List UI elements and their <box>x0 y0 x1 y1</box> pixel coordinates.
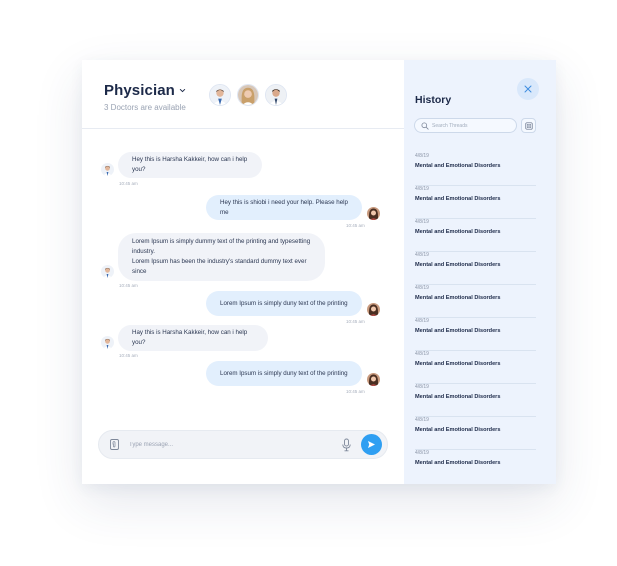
message-bubble-outgoing: Lorem Ipsum is simply duny text of the p… <box>206 361 362 386</box>
thread-title: Mental and Emotional Disorders <box>415 427 501 433</box>
doctor-avatar-small <box>101 265 114 278</box>
thread-date: 4/8/19 <box>415 351 429 357</box>
thread-title: Mental and Emotional Disorders <box>415 361 501 367</box>
close-icon <box>524 85 532 93</box>
thread-title: Mental and Emotional Disorders <box>415 460 501 466</box>
history-thread-item[interactable]: 4/8/19 Mental and Emotional Disorders <box>415 252 536 285</box>
thread-date: 4/8/19 <box>415 318 429 324</box>
message-time: 10:45 am <box>119 353 138 358</box>
message-bubble-incoming: Hey this is Harsha Kakkeir, how can i he… <box>118 152 262 178</box>
thread-date: 4/8/19 <box>415 450 429 456</box>
history-thread-item[interactable]: 4/8/19 Mental and Emotional Disorders <box>415 153 536 186</box>
user-avatar-small <box>367 373 380 386</box>
thread-title: Mental and Emotional Disorders <box>415 295 501 301</box>
thread-title: Mental and Emotional Disorders <box>415 262 501 268</box>
message-time: 10:45 am <box>346 389 365 394</box>
search-threads-box <box>414 118 517 133</box>
page-title: Physician <box>104 82 175 99</box>
thread-date: 4/8/19 <box>415 219 429 225</box>
history-thread-item[interactable]: 4/8/19 Mental and Emotional Disorders <box>415 219 536 252</box>
send-icon <box>368 441 375 448</box>
send-button[interactable] <box>361 434 382 455</box>
doctor-avatar-small <box>101 336 114 349</box>
thread-date: 4/8/19 <box>415 285 429 291</box>
message-time: 10:45 am <box>119 181 138 186</box>
message-text: Hey this is shiobi i need your help. Ple… <box>220 198 348 216</box>
user-avatar-small <box>367 207 380 220</box>
thread-date: 4/8/19 <box>415 417 429 423</box>
message-text: Lorem Ipsum is simply dummy text of the … <box>132 238 311 275</box>
chat-panel: Physician 3 Doctors are available Hey th… <box>82 60 404 484</box>
thread-title: Mental and Emotional Disorders <box>415 394 501 400</box>
message-composer <box>98 430 388 459</box>
physician-selector[interactable]: Physician <box>104 82 186 99</box>
history-thread-item[interactable]: 4/8/19 Mental and Emotional Disorders <box>415 351 536 384</box>
search-icon <box>421 122 429 130</box>
message-text: Lorem Ipsum is simply duny text of the p… <box>220 369 348 377</box>
message-bubble-outgoing: Hey this is shiobi i need your help. Ple… <box>206 195 362 220</box>
filter-icon <box>524 121 533 130</box>
history-thread-item[interactable]: 4/8/19 Mental and Emotional Disorders <box>415 450 536 483</box>
message-time: 10:45 am <box>346 223 365 228</box>
history-thread-item[interactable]: 4/8/19 Mental and Emotional Disorders <box>415 417 536 450</box>
message-time: 10:45 am <box>119 283 138 288</box>
message-time: 10:45 am <box>346 319 365 324</box>
message-bubble-incoming: Lorem Ipsum is simply dummy text of the … <box>118 233 325 281</box>
thread-date: 4/8/19 <box>415 153 429 159</box>
thread-title: Mental and Emotional Disorders <box>415 196 501 202</box>
doctor-avatar[interactable] <box>237 84 259 106</box>
thread-date: 4/8/19 <box>415 384 429 390</box>
thread-title: Mental and Emotional Disorders <box>415 229 501 235</box>
user-avatar-small <box>367 303 380 316</box>
history-thread-item[interactable]: 4/8/19 Mental and Emotional Disorders <box>415 285 536 318</box>
thread-date: 4/8/19 <box>415 186 429 192</box>
available-doctors-count: 3 Doctors are available <box>104 103 186 112</box>
search-threads-input[interactable] <box>432 121 512 131</box>
thread-title: Mental and Emotional Disorders <box>415 163 501 169</box>
thread-title: Mental and Emotional Disorders <box>415 328 501 334</box>
history-panel: History 4/8/19 Mental and Emotional Diso… <box>404 60 556 484</box>
doctor-avatar-small <box>101 163 114 176</box>
history-title: History <box>415 94 452 106</box>
doctor-avatar[interactable] <box>265 84 287 106</box>
header-divider <box>82 128 404 129</box>
message-bubble-incoming: Hay this is Harsha Kakkeir, how can i he… <box>118 325 268 351</box>
message-input[interactable] <box>129 439 329 451</box>
message-text: Hay this is Harsha Kakkeir, how can i he… <box>132 329 248 346</box>
doctor-avatars <box>209 84 287 106</box>
history-thread-item[interactable]: 4/8/19 Mental and Emotional Disorders <box>415 384 536 417</box>
close-button[interactable] <box>517 78 539 100</box>
microphone-icon[interactable] <box>341 438 352 452</box>
message-text: Lorem Ipsum is simply duny text of the p… <box>220 299 348 307</box>
message-bubble-outgoing: Lorem Ipsum is simply duny text of the p… <box>206 291 362 316</box>
attachment-icon[interactable] <box>108 438 121 451</box>
message-text: Hey this is Harsha Kakkeir, how can i he… <box>132 156 248 173</box>
thread-date: 4/8/19 <box>415 252 429 258</box>
history-thread-item[interactable]: 4/8/19 Mental and Emotional Disorders <box>415 186 536 219</box>
doctor-avatar[interactable] <box>209 84 231 106</box>
filter-button[interactable] <box>521 118 536 133</box>
history-thread-item[interactable]: 4/8/19 Mental and Emotional Disorders <box>415 318 536 351</box>
chevron-down-icon[interactable] <box>179 87 186 94</box>
